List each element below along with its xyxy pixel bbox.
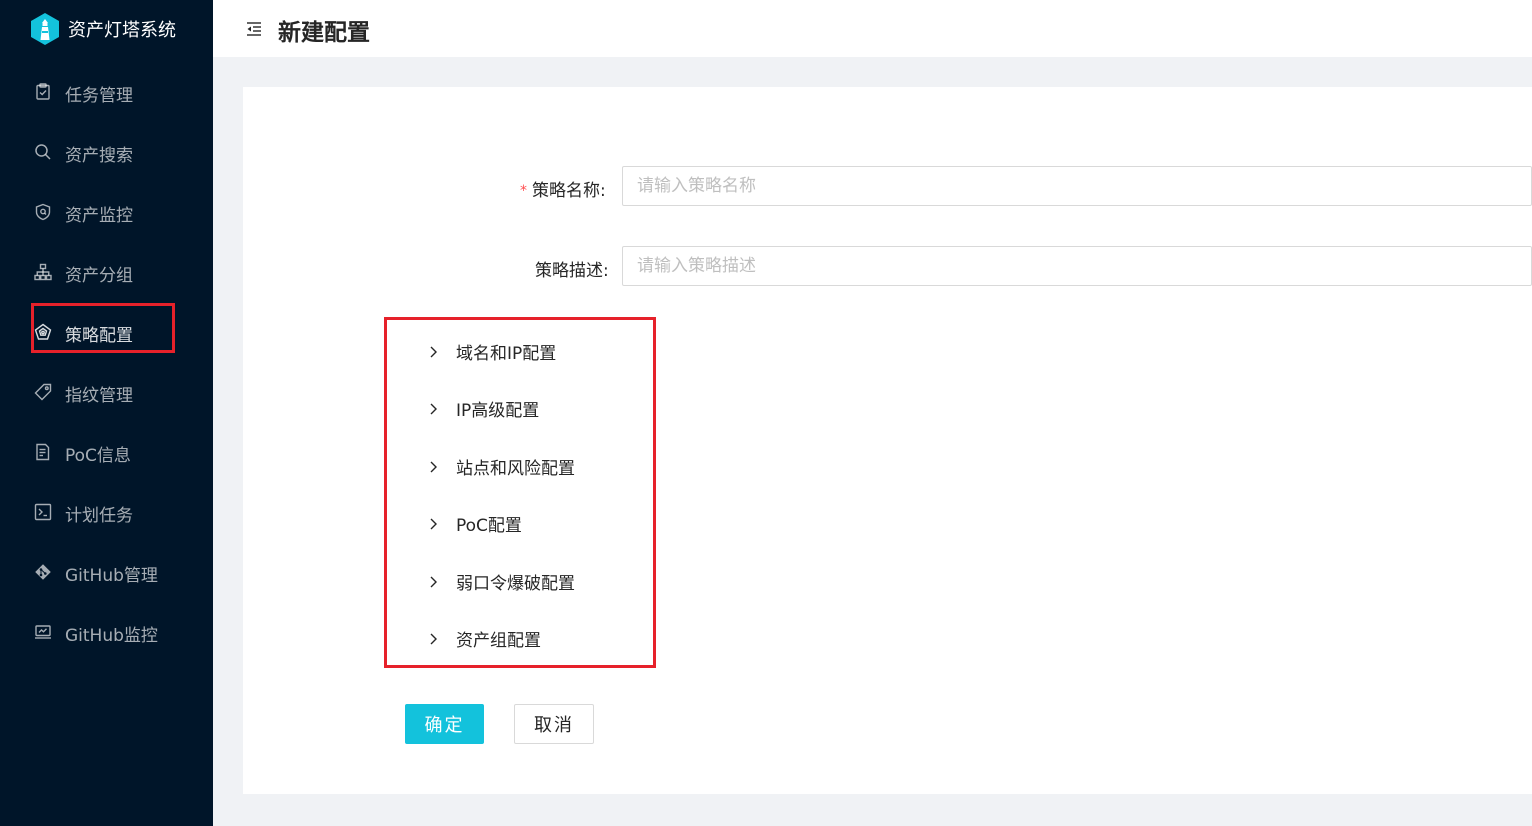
sidebar-item-fingerprint[interactable]: 指纹管理 (0, 372, 213, 412)
sidebar-item-asset-group[interactable]: 资产分组 (0, 252, 213, 292)
panel-weak-password-config[interactable]: 弱口令爆破配置 (427, 566, 575, 596)
panel-title: 站点和风险配置 (456, 458, 575, 479)
chevron-right-icon (427, 631, 441, 645)
sidebar-item-poc-info[interactable]: PoC信息 (0, 432, 213, 472)
panel-site-risk-config[interactable]: 站点和风险配置 (427, 451, 575, 481)
git-icon (34, 563, 52, 581)
sidebar: 资产灯塔系统 任务管理 资产搜索 资产监控 资产分组 策略配置 指纹管理 PoC… (0, 0, 213, 826)
chevron-right-icon (427, 344, 441, 358)
document-icon (34, 443, 52, 461)
chevron-right-icon (427, 459, 441, 473)
cancel-button[interactable]: 取消 (514, 704, 594, 744)
sidebar-item-label: 计划任务 (65, 506, 133, 526)
strategy-desc-input[interactable] (622, 246, 1532, 286)
search-icon (34, 143, 52, 161)
menu-fold-icon[interactable] (246, 21, 262, 37)
chevron-right-icon (427, 574, 441, 588)
panel-poc-config[interactable]: PoC配置 (427, 508, 522, 538)
sidebar-item-scheduled-task[interactable]: 计划任务 (0, 492, 213, 532)
sidebar-item-github-monitor[interactable]: GitHub监控 (0, 612, 213, 652)
panel-title: IP高级配置 (456, 400, 540, 421)
panel-title: 资产组配置 (456, 630, 541, 651)
sitemap-icon (34, 263, 52, 281)
sidebar-item-github-management[interactable]: GitHub管理 (0, 552, 213, 592)
monitor-icon (34, 623, 52, 641)
task-icon (34, 83, 52, 101)
confirm-button[interactable]: 确定 (405, 704, 484, 744)
tag-icon (34, 383, 52, 401)
sidebar-item-task-management[interactable]: 任务管理 (0, 72, 213, 112)
panel-title: 弱口令爆破配置 (456, 573, 575, 594)
app-title: 资产灯塔系统 (68, 20, 176, 41)
strategy-name-label-text: 策略名称: (532, 181, 606, 201)
chevron-right-icon (427, 401, 441, 415)
chevron-right-icon (427, 516, 441, 530)
sidebar-item-asset-monitor[interactable]: 资产监控 (0, 192, 213, 232)
sidebar-item-label: 资产搜索 (65, 146, 133, 166)
sidebar-item-label: PoC信息 (65, 446, 131, 466)
panel-ip-advanced-config[interactable]: IP高级配置 (427, 393, 539, 423)
panel-title: PoC配置 (456, 515, 522, 536)
strategy-name-label: * 策略名称: (520, 176, 606, 201)
sidebar-item-label: 任务管理 (65, 86, 133, 106)
sidebar-item-asset-search[interactable]: 资产搜索 (0, 132, 213, 172)
config-panels-highlight-box (384, 317, 656, 668)
sidebar-item-label: 指纹管理 (65, 386, 133, 406)
shield-icon (34, 203, 52, 221)
top-header: 新建配置 (213, 0, 1532, 57)
page-title: 新建配置 (278, 20, 370, 46)
sidebar-item-label: 资产监控 (65, 206, 133, 226)
sidebar-highlight-box (31, 303, 175, 353)
strategy-name-input[interactable] (622, 166, 1532, 206)
strategy-desc-label: 策略描述: (535, 261, 609, 281)
sidebar-item-label: GitHub管理 (65, 566, 158, 586)
sidebar-item-label: GitHub监控 (65, 626, 158, 646)
panel-title: 域名和IP配置 (456, 343, 557, 364)
panel-domain-ip-config[interactable]: 域名和IP配置 (427, 336, 556, 366)
terminal-icon (34, 503, 52, 521)
panel-asset-group-config[interactable]: 资产组配置 (427, 623, 541, 653)
app-logo[interactable]: 资产灯塔系统 (30, 12, 176, 46)
required-star: * (520, 183, 527, 199)
lighthouse-logo-icon (30, 12, 60, 46)
sidebar-item-label: 资产分组 (65, 266, 133, 286)
